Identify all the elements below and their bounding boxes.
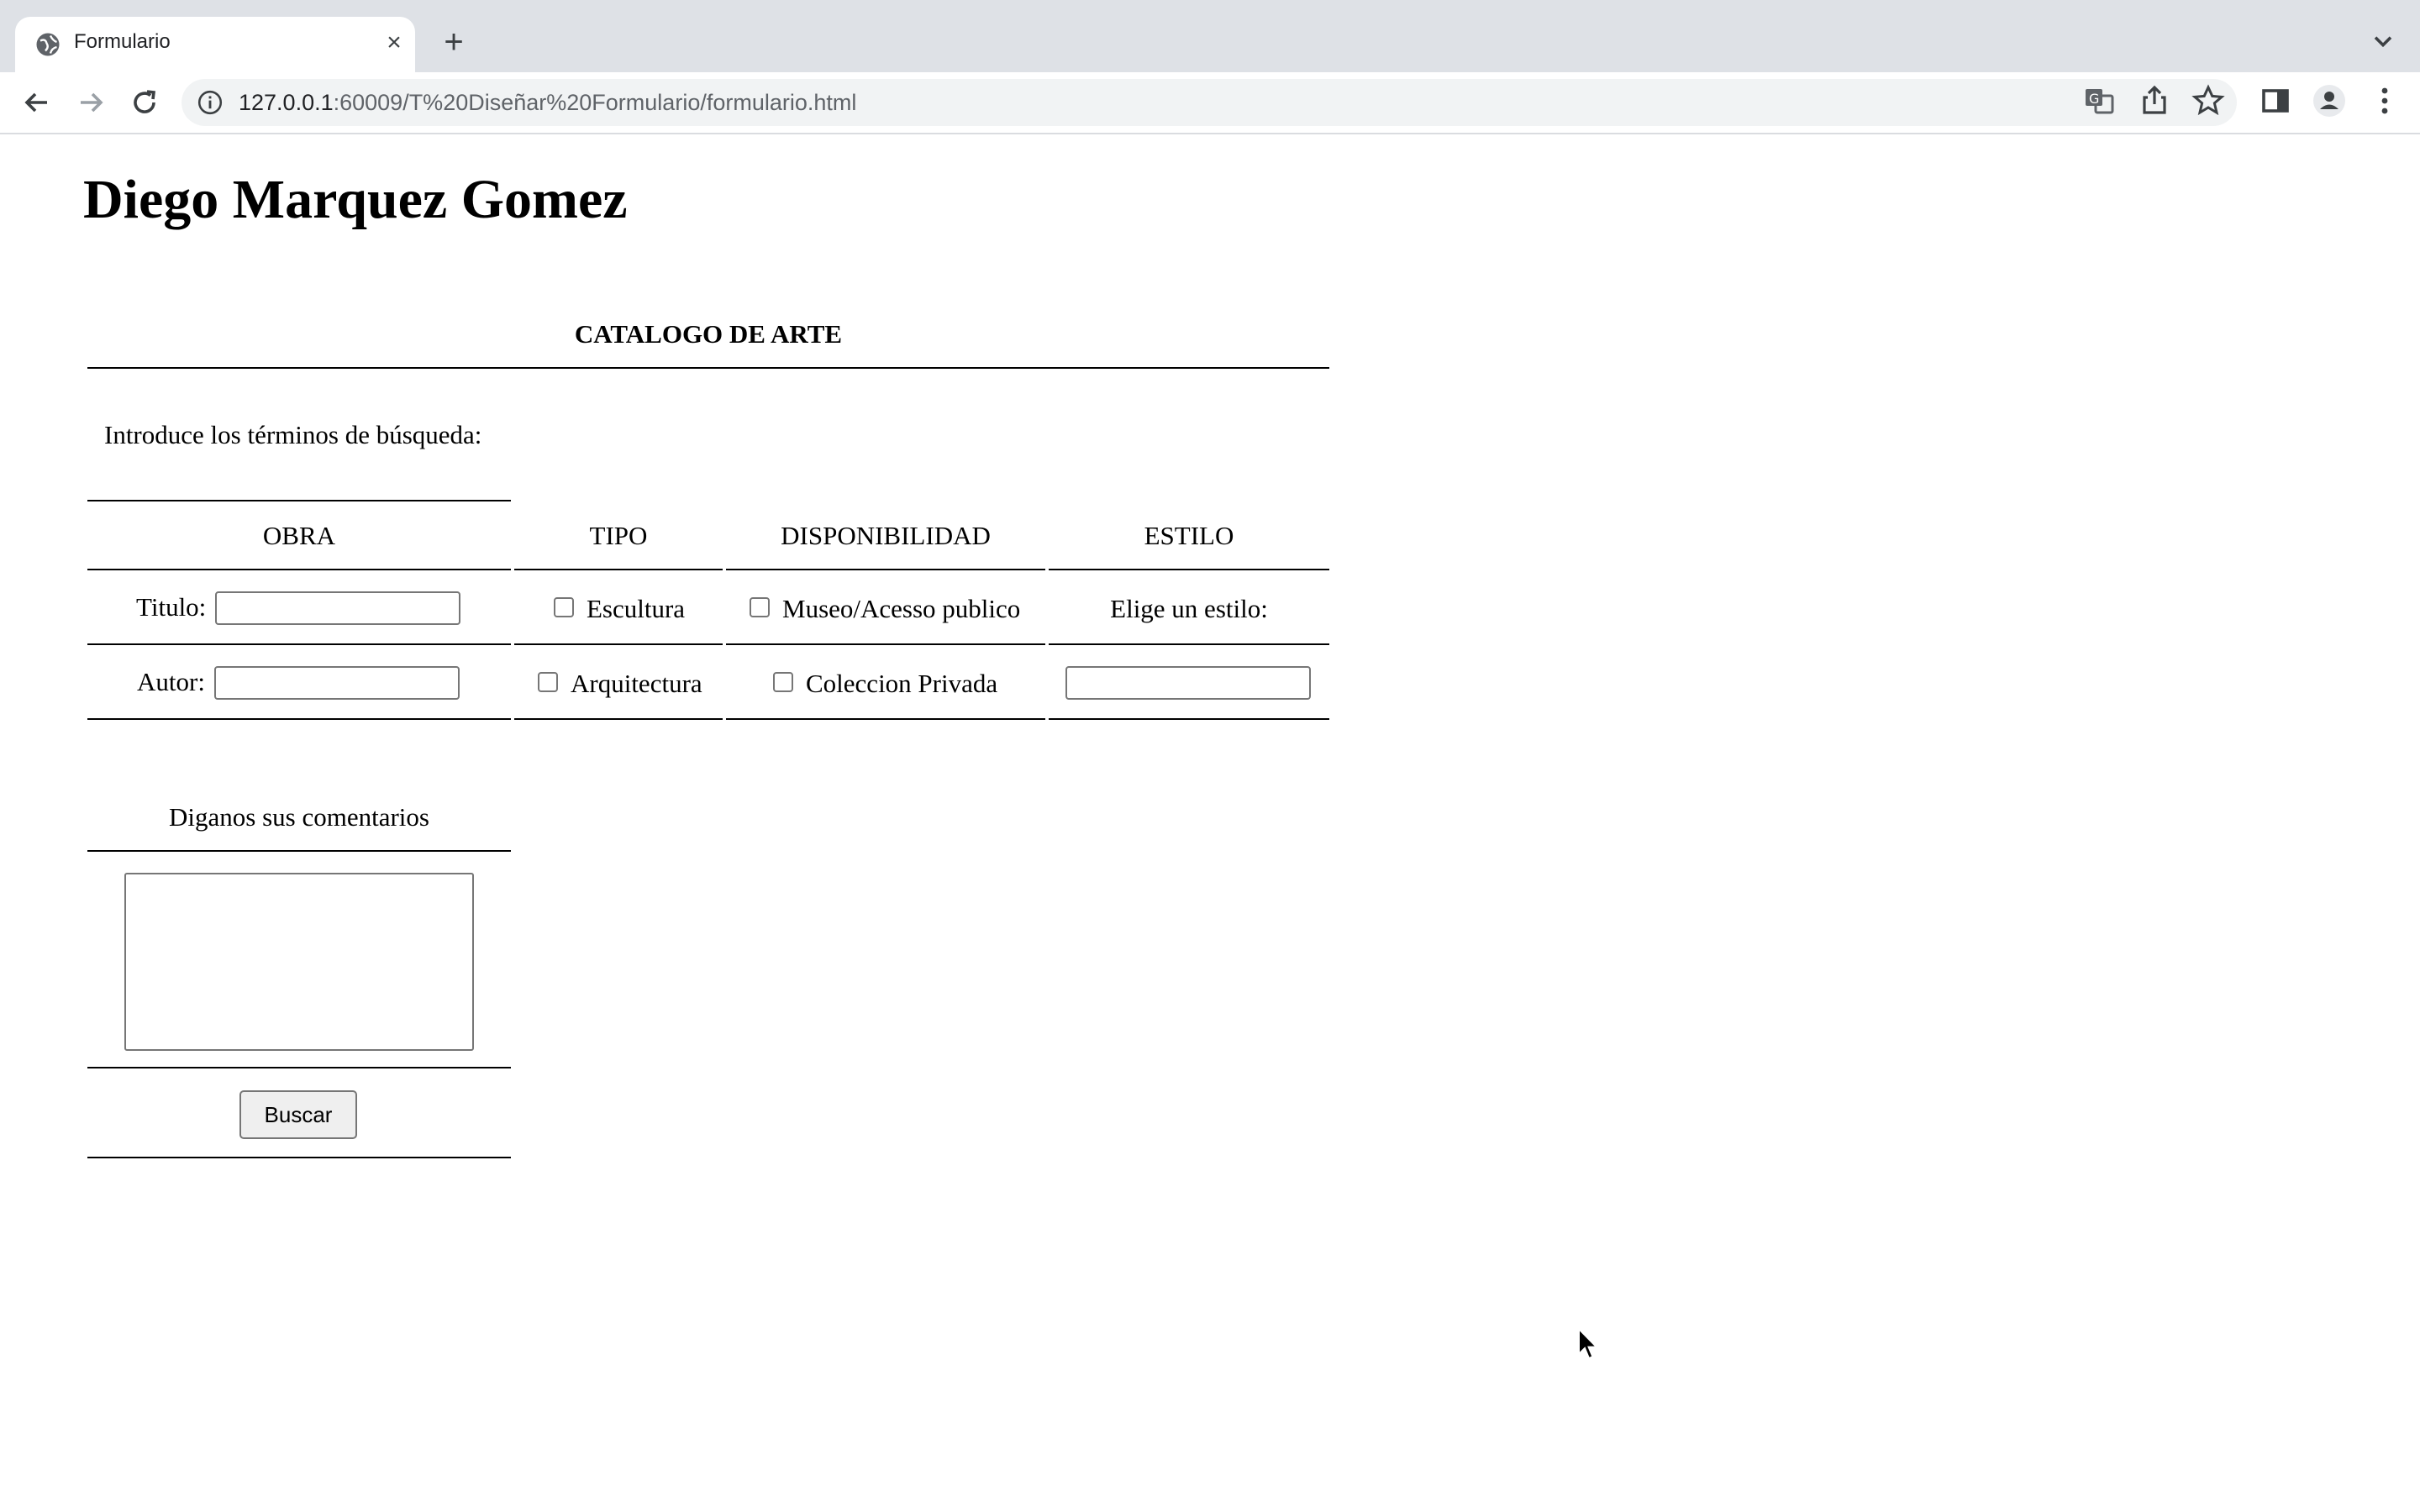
profile-avatar-icon[interactable]	[2312, 84, 2346, 118]
new-tab-icon[interactable]: +	[437, 25, 471, 59]
back-arrow-icon[interactable]	[20, 86, 54, 119]
tab-strip: Formulario × +	[0, 0, 2420, 72]
divider	[514, 569, 723, 570]
page-content: Diego Marquez Gomez CATALOGO DE ARTE Int…	[0, 134, 2420, 1512]
search-prompt: Introduce los términos de búsqueda:	[104, 420, 482, 449]
divider	[87, 367, 1329, 369]
divider	[87, 643, 511, 645]
url-host: 127.0.0.1	[239, 90, 334, 115]
catalog-title: CATALOGO DE ARTE	[574, 319, 843, 349]
globe-icon	[36, 33, 60, 56]
divider	[87, 1067, 511, 1068]
share-icon[interactable]	[2138, 84, 2171, 118]
divider	[87, 718, 511, 720]
column-header-estilo: ESTILO	[1144, 521, 1234, 550]
estilo-input[interactable]	[1065, 666, 1311, 700]
escultura-label: Escultura	[587, 594, 686, 623]
autor-input[interactable]	[214, 666, 460, 700]
side-panel-icon[interactable]	[2259, 84, 2292, 118]
mouse-cursor-icon	[1578, 1327, 1599, 1360]
museo-checkbox[interactable]	[750, 597, 770, 617]
arquitectura-checkbox[interactable]	[538, 672, 558, 692]
divider	[1049, 718, 1329, 720]
info-icon[interactable]	[197, 89, 224, 116]
browser-toolbar: 127.0.0.1:60009/T%20Diseñar%20Formulario…	[0, 72, 2420, 134]
divider	[726, 643, 1045, 645]
divider	[87, 850, 511, 852]
column-header-disponibilidad: DISPONIBILIDAD	[781, 521, 991, 550]
forward-arrow-icon[interactable]	[74, 86, 108, 119]
column-header-tipo: TIPO	[589, 521, 648, 550]
divider	[514, 718, 723, 720]
museo-label: Museo/Acesso publico	[782, 594, 1021, 623]
titulo-input[interactable]	[215, 591, 460, 625]
divider	[87, 569, 511, 570]
close-tab-icon[interactable]: ×	[380, 29, 408, 57]
divider	[87, 500, 511, 501]
comments-label: Diganos sus comentarios	[169, 802, 429, 832]
divider	[1049, 643, 1329, 645]
more-menu-icon[interactable]	[2368, 84, 2402, 118]
reload-icon[interactable]	[128, 86, 161, 119]
svg-text:G: G	[2089, 91, 2099, 107]
coleccion-privada-label: Coleccion Privada	[806, 669, 998, 698]
escultura-checkbox[interactable]	[554, 597, 574, 617]
browser-tab[interactable]: Formulario ×	[15, 17, 415, 72]
coleccion-privada-checkbox[interactable]	[773, 672, 793, 692]
divider	[87, 1157, 511, 1158]
tab-title: Formulario	[74, 30, 171, 53]
divider	[1049, 569, 1329, 570]
arquitectura-label: Arquitectura	[571, 669, 702, 698]
bookmark-star-icon[interactable]	[2191, 84, 2225, 118]
divider	[514, 643, 723, 645]
comments-textarea[interactable]	[124, 873, 474, 1051]
column-header-obra: OBRA	[262, 521, 336, 550]
divider	[726, 718, 1045, 720]
titulo-label: Titulo:	[136, 592, 207, 622]
divider	[726, 569, 1045, 570]
url-text: 127.0.0.1:60009/T%20Diseñar%20Formulario…	[239, 90, 856, 116]
chevron-down-icon[interactable]	[2368, 27, 2398, 57]
page-heading: Diego Marquez Gomez	[83, 169, 628, 230]
url-path: :60009/T%20Diseñar%20Formulario/formular…	[333, 90, 857, 115]
estilo-prompt: Elige un estilo:	[1110, 594, 1268, 623]
autor-label: Autor:	[137, 667, 205, 696]
translate-icon[interactable]: G	[2082, 84, 2116, 118]
buscar-button[interactable]: Buscar	[239, 1090, 357, 1139]
address-bar[interactable]: 127.0.0.1:60009/T%20Diseñar%20Formulario…	[182, 79, 2237, 126]
